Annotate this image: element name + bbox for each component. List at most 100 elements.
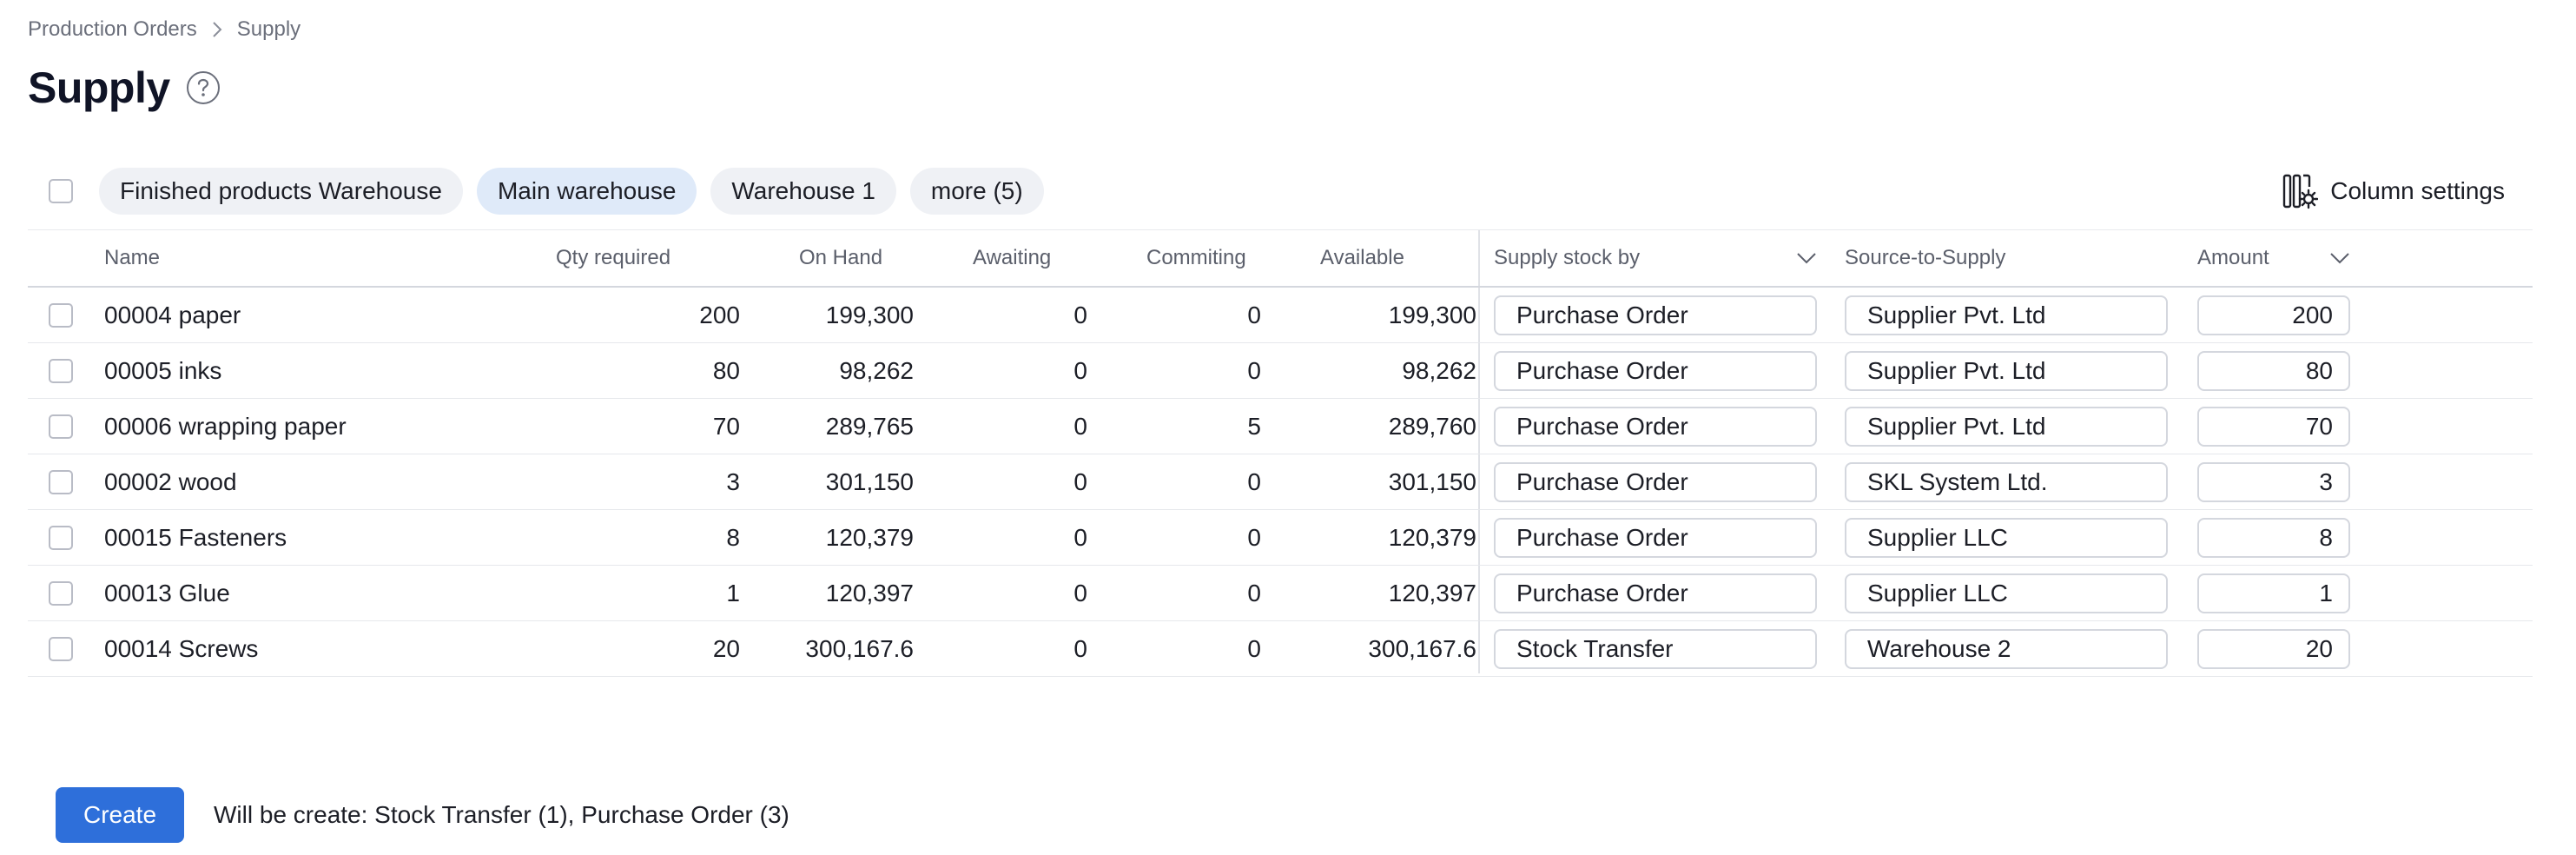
cell-commiting: 0 (1247, 523, 1261, 551)
amount-input[interactable] (2197, 628, 2350, 669)
source-to-supply-select[interactable]: Supplier LLC (1845, 573, 2168, 613)
cell-available: 98,262 (1402, 356, 1476, 384)
breadcrumb-parent-link[interactable]: Production Orders (28, 17, 197, 42)
cell-available: 301,150 (1388, 467, 1476, 495)
cell-available: 120,379 (1388, 523, 1476, 551)
chevron-right-icon (211, 21, 223, 38)
cell-name[interactable]: 00002 wood (104, 454, 237, 509)
source-to-supply-cell: Warehouse 2 (1845, 621, 2168, 676)
cell-name[interactable]: 00006 wrapping paper (104, 399, 347, 454)
row-checkbox[interactable] (49, 525, 73, 550)
amount-input[interactable] (2197, 350, 2350, 391)
cell-name[interactable]: 00004 paper (104, 288, 241, 342)
supply-stock-by-cell: Purchase Order (1494, 288, 1817, 342)
cell-qty-required: 80 (712, 356, 740, 384)
source-to-supply-select[interactable]: Warehouse 2 (1845, 628, 2168, 669)
amount-cell (2197, 343, 2350, 398)
table-row: 00006 wrapping paper 70 289,765 0 5 289,… (28, 399, 2533, 454)
header-on-hand[interactable]: On Hand (799, 230, 882, 286)
page-title: Supply (28, 63, 170, 112)
amount-input[interactable] (2197, 517, 2350, 558)
table-row: 00013 Glue 1 120,397 0 0 120,397 Purchas… (28, 566, 2533, 621)
header-awaiting[interactable]: Awaiting (973, 230, 1051, 286)
supply-stock-by-select[interactable]: Purchase Order (1494, 573, 1817, 613)
row-checkbox[interactable] (49, 358, 73, 383)
chevron-down-icon[interactable] (2329, 252, 2350, 264)
amount-cell (2197, 566, 2350, 620)
source-to-supply-select[interactable]: SKL System Ltd. (1845, 461, 2168, 502)
column-settings-label: Column settings (2330, 177, 2505, 204)
table-row: 00004 paper 200 199,300 0 0 199,300 Purc… (28, 288, 2533, 343)
supply-stock-by-select[interactable]: Purchase Order (1494, 350, 1817, 391)
warehouse-filter-bar: Finished products Warehouse Main warehou… (28, 167, 2533, 215)
supply-stock-by-select[interactable]: Purchase Order (1494, 406, 1817, 447)
table-body: 00004 paper 200 199,300 0 0 199,300 Purc… (28, 288, 2533, 677)
cell-on-hand: 301,150 (825, 467, 914, 495)
cell-awaiting: 0 (1073, 523, 1087, 551)
amount-input[interactable] (2197, 295, 2350, 335)
source-to-supply-cell: SKL System Ltd. (1845, 454, 2168, 509)
source-to-supply-cell: Supplier LLC (1845, 566, 2168, 620)
cell-qty-required: 3 (726, 467, 740, 495)
row-checkbox[interactable] (49, 469, 73, 494)
source-to-supply-cell: Supplier Pvt. Ltd (1845, 288, 2168, 342)
amount-input[interactable] (2197, 461, 2350, 502)
create-summary: Will be create: Stock Transfer (1), Purc… (214, 801, 789, 828)
cell-on-hand: 98,262 (839, 356, 914, 384)
row-checkbox[interactable] (49, 302, 73, 328)
chip-main-warehouse[interactable]: Main warehouse (476, 168, 697, 215)
chip-finished-products-warehouse[interactable]: Finished products Warehouse (99, 168, 463, 215)
header-amount[interactable]: Amount (2197, 230, 2350, 286)
cell-qty-required: 1 (726, 579, 740, 606)
row-checkbox-cell (49, 343, 73, 398)
cell-name[interactable]: 00014 Screws (104, 621, 258, 676)
footer: Create Will be create: Stock Transfer (1… (56, 787, 789, 843)
cell-on-hand: 120,379 (825, 523, 914, 551)
select-all-checkbox[interactable] (49, 179, 73, 203)
supply-stock-by-select[interactable]: Purchase Order (1494, 461, 1817, 502)
cell-qty-required: 8 (726, 523, 740, 551)
supply-stock-by-cell: Purchase Order (1494, 566, 1817, 620)
cell-name[interactable]: 00005 inks (104, 343, 221, 398)
amount-input[interactable] (2197, 573, 2350, 613)
header-source-to-supply[interactable]: Source-to-Supply (1845, 230, 2005, 286)
source-to-supply-select[interactable]: Supplier Pvt. Ltd (1845, 406, 2168, 447)
row-checkbox[interactable] (49, 580, 73, 606)
cell-on-hand: 199,300 (825, 301, 914, 328)
amount-input[interactable] (2197, 406, 2350, 447)
breadcrumb: Production Orders Supply (28, 17, 301, 42)
header-available[interactable]: Available (1320, 230, 1404, 286)
table-row: 00005 inks 80 98,262 0 0 98,262 Purchase… (28, 343, 2533, 399)
row-checkbox[interactable] (49, 636, 73, 661)
source-to-supply-cell: Supplier LLC (1845, 510, 2168, 565)
create-button[interactable]: Create (56, 787, 184, 843)
supply-stock-by-select[interactable]: Purchase Order (1494, 295, 1817, 335)
source-to-supply-select[interactable]: Supplier LLC (1845, 517, 2168, 558)
cell-awaiting: 0 (1073, 467, 1087, 495)
source-to-supply-select[interactable]: Supplier Pvt. Ltd (1845, 350, 2168, 391)
header-name[interactable]: Name (104, 230, 160, 286)
cell-on-hand: 289,765 (825, 412, 914, 440)
table-header-row: Name Qty required On Hand Awaiting Commi… (28, 229, 2533, 288)
cell-commiting: 0 (1247, 301, 1261, 328)
chevron-down-icon[interactable] (1796, 252, 1817, 264)
cell-commiting: 0 (1247, 634, 1261, 662)
amount-cell (2197, 399, 2350, 454)
header-commiting[interactable]: Commiting (1146, 230, 1246, 286)
chip-more[interactable]: more (5) (909, 168, 1044, 215)
cell-name[interactable]: 00015 Fasteners (104, 510, 287, 565)
cell-name[interactable]: 00013 Glue (104, 566, 230, 620)
row-checkbox-cell (49, 288, 73, 342)
row-checkbox[interactable] (49, 414, 73, 439)
supply-stock-by-select[interactable]: Purchase Order (1494, 517, 1817, 558)
chip-warehouse-1[interactable]: Warehouse 1 (710, 168, 896, 215)
cell-awaiting: 0 (1073, 356, 1087, 384)
header-qty-required[interactable]: Qty required (556, 230, 670, 286)
supply-stock-by-select[interactable]: Stock Transfer (1494, 628, 1817, 669)
table-row: 00014 Screws 20 300,167.6 0 0 300,167.6 … (28, 621, 2533, 677)
header-supply-stock-by[interactable]: Supply stock by (1494, 230, 1817, 286)
source-to-supply-select[interactable]: Supplier Pvt. Ltd (1845, 295, 2168, 335)
row-checkbox-cell (49, 566, 73, 620)
help-circle-icon[interactable] (186, 70, 221, 105)
column-settings-button[interactable]: Column settings (2282, 173, 2505, 209)
